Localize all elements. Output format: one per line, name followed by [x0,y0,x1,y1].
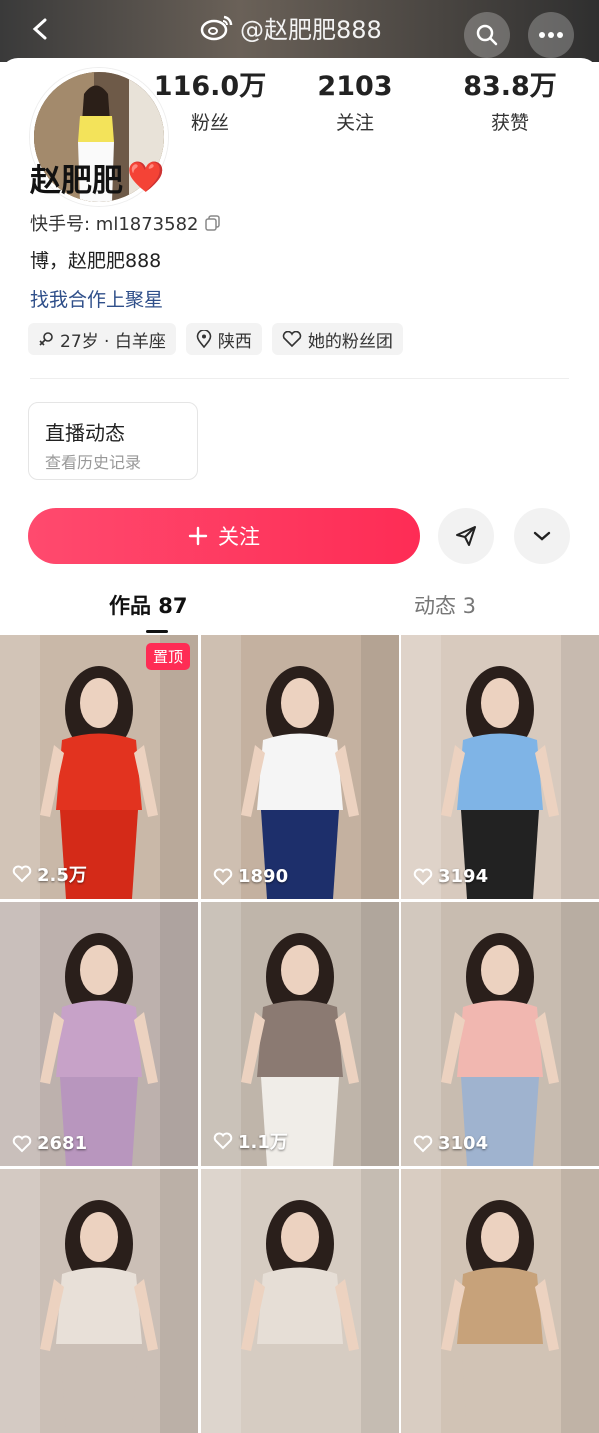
expand-button[interactable] [514,508,570,564]
tab-underline [146,630,168,633]
gender-female-icon [39,332,53,346]
video-preview-image [201,1169,399,1433]
video-thumbnail[interactable]: 置顶 2.5万 [0,635,198,899]
video-thumbnail[interactable]: 3194 [401,635,599,899]
bio-text: 博，赵肥肥888 [30,250,162,272]
stat-following-value: 2103 [317,71,393,102]
stat-fans-label: 粉丝 [190,112,229,134]
kuaishou-id[interactable]: 快手号: ml1873582 [30,210,221,236]
search-button[interactable] [464,12,510,58]
share-button[interactable] [438,508,494,564]
video-preview-image [401,635,599,899]
heart-icon [413,1135,433,1152]
video-preview-image [0,635,198,899]
heart-emoji: ❤️ [127,160,165,195]
tag-fan-club-label: 她的粉丝团 [307,331,393,352]
live-history-card[interactable]: 直播动态 查看历史记录 [28,402,198,480]
video-like-count-text: 2681 [37,1133,88,1154]
live-card-subtitle: 查看历史记录 [45,453,142,472]
video-thumbnail[interactable]: 3104 [401,902,599,1166]
profile-card: 116.0万 粉丝 2103 关注 83.8万 获赞 赵肥肥 ❤️ 快手号: m… [0,58,599,1433]
heart-icon [12,865,32,883]
heart-icon [213,1132,233,1150]
weibo-icon [200,15,233,41]
tag-age-label: 27岁 · 白羊座 [60,331,166,352]
video-thumbnail[interactable]: 1.1万 [201,902,399,1166]
chevron-down-icon [533,531,551,541]
video-thumbnail[interactable] [0,1169,198,1433]
video-thumbnail[interactable]: 1890 [201,635,399,899]
stat-fans[interactable]: 116.0万 粉丝 [140,70,280,135]
video-preview-image [401,1169,599,1433]
copy-icon[interactable] [204,215,221,231]
profile-name-text: 赵肥肥 [30,163,123,199]
tag-location[interactable]: 陕西 [185,323,262,355]
chevron-left-icon[interactable] [30,18,52,40]
stat-likes-value: 83.8万 [463,71,557,102]
send-icon [456,526,476,546]
video-like-count-text: 1.1万 [238,1132,288,1153]
heart-outline-icon [282,331,302,347]
video-like-count: 3104 [413,1133,488,1154]
follow-label: 关注 [218,525,260,549]
plus-icon [188,526,208,546]
heart-icon [12,1135,32,1152]
video-preview-image [0,1169,198,1433]
stat-likes-label: 获赞 [490,112,529,134]
watermark-handle: @赵肥肥888 [240,15,382,44]
tag-age[interactable]: 27岁 · 白羊座 [28,323,176,355]
video-thumbnail[interactable] [401,1169,599,1433]
video-like-count-text: 3194 [438,866,489,887]
weibo-watermark: @赵肥肥888 [200,10,382,44]
tab-moments[interactable]: 动态 3 [414,590,476,620]
video-like-count-text: 2.5万 [37,865,87,886]
stat-following-label: 关注 [335,112,374,134]
video-preview-image [0,902,198,1166]
video-like-count: 2.5万 [12,861,87,887]
heart-icon [213,868,233,885]
tag-location-label: 陕西 [217,331,252,352]
tag-fan-club[interactable]: 她的粉丝团 [271,323,403,355]
heart-icon [413,868,433,885]
video-preview-image [201,635,399,899]
stat-likes[interactable]: 83.8万 获赞 [440,70,580,135]
more-button[interactable] [528,12,574,58]
video-like-count: 2681 [12,1133,87,1154]
pinned-badge: 置顶 [145,643,190,670]
stat-fans-value: 116.0万 [153,71,267,102]
video-preview-image [201,902,399,1166]
top-bar: @赵肥肥888 [0,0,599,62]
more-dots-icon [539,32,563,38]
video-like-count-text: 1890 [238,866,289,887]
search-icon [476,24,498,46]
video-like-count-text: 3104 [438,1133,489,1154]
live-card-title: 直播动态 [45,421,125,445]
follow-button[interactable]: 关注 [28,508,420,564]
divider [30,378,569,379]
tab-works[interactable]: 作品 87 [109,590,188,620]
video-thumbnail[interactable]: 2681 [0,902,198,1166]
collab-link[interactable]: 找我合作上聚星 [30,285,163,312]
kuaishou-id-text: 快手号: ml1873582 [30,214,199,235]
stat-following[interactable]: 2103 关注 [285,70,425,135]
video-like-count: 3194 [413,866,488,887]
video-thumbnail[interactable] [201,1169,399,1433]
video-like-count: 1.1万 [213,1128,288,1154]
video-like-count: 1890 [213,866,288,887]
video-preview-image [401,902,599,1166]
tag-row: 27岁 · 白羊座 陕西 她的粉丝团 [28,323,403,355]
location-pin-icon [196,330,212,348]
content-tabs: 作品 87 动态 3 [0,590,599,634]
profile-name: 赵肥肥 ❤️ [30,155,164,200]
